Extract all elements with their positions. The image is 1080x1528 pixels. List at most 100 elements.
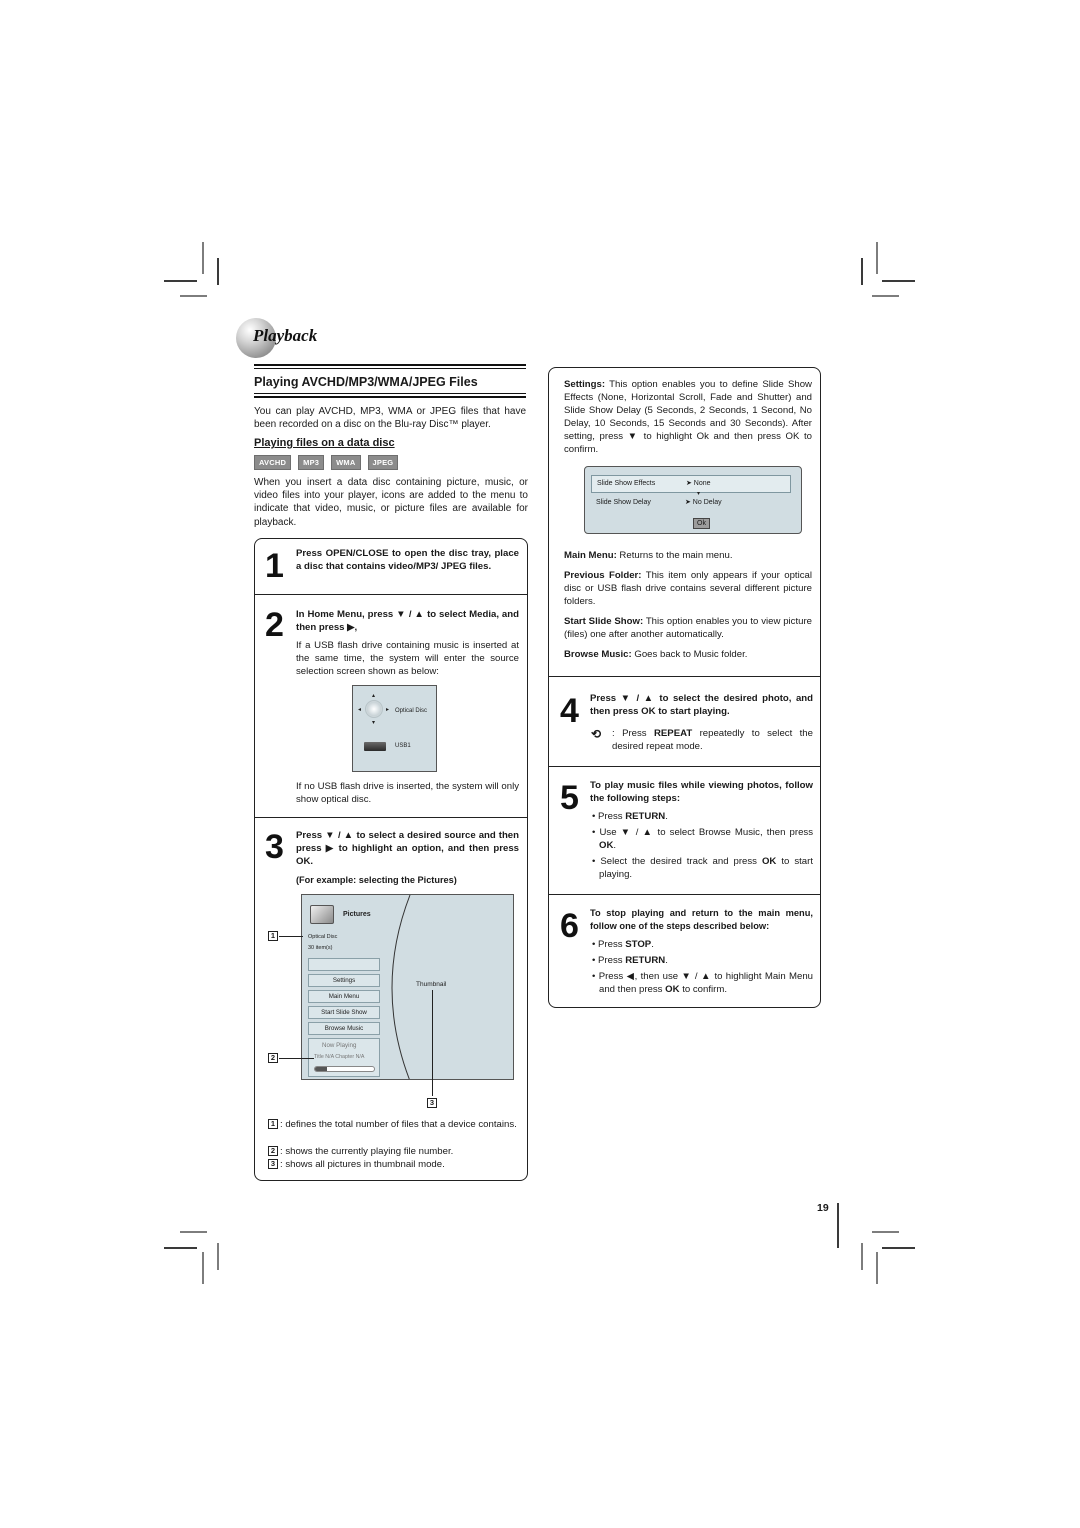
repeat-pre: Press bbox=[622, 728, 654, 739]
nav-arrow-down-icon: ▾ bbox=[372, 720, 376, 726]
menu-settings-button[interactable]: Settings bbox=[308, 974, 380, 987]
step-body: If a USB flash drive containing music is… bbox=[296, 640, 519, 677]
callout-1: 1 bbox=[268, 931, 278, 941]
crop-mark bbox=[217, 258, 219, 285]
setting-row-effects[interactable]: Slide Show Effects ➤ None bbox=[591, 475, 791, 493]
step-example: (For example: selecting the Pictures) bbox=[296, 875, 457, 885]
bullet-text: to confirm. bbox=[679, 984, 727, 995]
divider bbox=[549, 766, 820, 767]
browse-music-paragraph: Browse Music: Goes back to Music folder. bbox=[564, 648, 812, 661]
colon: : bbox=[612, 728, 623, 739]
usb-drive-icon bbox=[364, 742, 386, 751]
bullet-key: OK bbox=[599, 840, 614, 851]
bullet-key: STOP bbox=[625, 939, 652, 950]
start-slide-show-label: Start Slide Show: bbox=[564, 616, 644, 627]
step-note: If no USB flash drive is inserted, the s… bbox=[296, 781, 519, 805]
pictures-screen: Pictures Optical Disc 30 item(s) Setting… bbox=[301, 894, 514, 1080]
bullet-text: Press bbox=[598, 811, 626, 822]
legend-item: 3: shows all pictures in thumbnail mode. bbox=[268, 1158, 520, 1171]
item-count: 30 item(s) bbox=[308, 945, 333, 951]
badge-wma: WMA bbox=[331, 455, 361, 470]
step-instruction: In Home Menu, press ▼ / ▲ to select Medi… bbox=[296, 609, 519, 633]
section-heading: Playing AVCHD/MP3/WMA/JPEG Files bbox=[254, 364, 526, 398]
bullet-key: OK bbox=[761, 856, 777, 867]
step-number: 4 bbox=[560, 692, 579, 730]
callout-line bbox=[279, 1058, 314, 1059]
step-instruction: Press OPEN/CLOSE to open the disc tray, … bbox=[296, 548, 519, 572]
start-slide-show-paragraph: Start Slide Show: This option enables yo… bbox=[564, 615, 812, 641]
page-number-rule bbox=[837, 1203, 839, 1248]
nav-arrow-up-icon: ▴ bbox=[372, 693, 376, 699]
section-title: Playing AVCHD/MP3/WMA/JPEG Files bbox=[254, 375, 478, 389]
intro-paragraph: You can play AVCHD, MP3, WMA or JPEG fil… bbox=[254, 406, 526, 431]
crop-mark bbox=[861, 1243, 863, 1270]
slide-show-settings-screen: Slide Show Effects ➤ None ▾ Slide Show D… bbox=[584, 466, 802, 534]
callout-1: 1 bbox=[268, 1119, 278, 1130]
menu-browse-music-button[interactable]: Browse Music bbox=[308, 1022, 380, 1035]
subheading: Playing files on a data disc bbox=[254, 437, 395, 449]
crop-mark bbox=[861, 258, 863, 285]
now-playing-info: Title N/A Chapter N/A bbox=[314, 1054, 365, 1060]
format-badges: AVCHD MP3 WMA JPEG bbox=[254, 455, 399, 470]
crop-mark bbox=[882, 1247, 915, 1249]
divider bbox=[255, 817, 527, 818]
crop-mark bbox=[164, 280, 197, 282]
legend-text: : defines the total number of files that… bbox=[280, 1119, 517, 1130]
settings-text: This option enables you to define Slide … bbox=[564, 379, 812, 455]
menu-blank-slot bbox=[308, 958, 380, 971]
repeat-note: : Press REPEAT repeatedly to select the … bbox=[612, 727, 813, 753]
crop-mark bbox=[202, 1252, 204, 1284]
crop-mark bbox=[876, 1252, 878, 1284]
menu-start-slide-show-button[interactable]: Start Slide Show bbox=[308, 1006, 380, 1019]
now-playing-label: Now Playing bbox=[322, 1042, 357, 1049]
bullet-item: • Press RETURN. bbox=[592, 955, 668, 966]
bullet-key: RETURN bbox=[625, 811, 666, 822]
divider bbox=[549, 894, 820, 895]
setting-row-delay[interactable]: Slide Show Delay ➤ No Delay bbox=[591, 495, 791, 513]
crop-mark bbox=[882, 280, 915, 282]
device-name: Optical Disc bbox=[308, 934, 338, 940]
thumbnail-label: Thumbnail bbox=[416, 981, 447, 988]
bullet-key: RETURN bbox=[625, 955, 666, 966]
bullet-text: . bbox=[651, 939, 654, 950]
repeat-key: REPEAT bbox=[653, 728, 693, 739]
description-paragraph: When you insert a data disc containing p… bbox=[254, 477, 528, 528]
crop-mark bbox=[180, 295, 207, 297]
repeat-icon: ⟲ bbox=[591, 727, 602, 741]
setting-label: Slide Show Delay bbox=[596, 499, 651, 506]
previous-folder-paragraph: Previous Folder: This item only appears … bbox=[564, 569, 812, 608]
menu-main-menu-button[interactable]: Main Menu bbox=[308, 990, 380, 1003]
pictures-title: Pictures bbox=[343, 911, 371, 918]
source-item-optical-disc[interactable]: Optical Disc bbox=[395, 708, 427, 714]
crop-mark bbox=[217, 1243, 219, 1270]
bullet-text: . bbox=[665, 811, 668, 822]
pictures-folder-icon bbox=[310, 905, 334, 924]
source-item-usb1[interactable]: USB1 bbox=[395, 743, 411, 749]
crop-mark bbox=[872, 295, 899, 297]
chapter-header: Playback bbox=[236, 318, 536, 358]
playback-progress-fill bbox=[315, 1067, 327, 1071]
bullet-item: • Press ◀, then use ▼ / ▲ to highlight M… bbox=[592, 971, 813, 995]
crop-mark bbox=[872, 1231, 899, 1233]
divider bbox=[549, 676, 820, 677]
settings-paragraph: Settings: This option enables you to def… bbox=[564, 378, 812, 456]
callout-2: 2 bbox=[268, 1053, 278, 1063]
ok-button[interactable]: Ok bbox=[693, 518, 710, 529]
browse-music-text: Goes back to Music folder. bbox=[631, 649, 748, 660]
nav-arrow-left-icon: ◂ bbox=[358, 707, 362, 713]
setting-value: ➤ No Delay bbox=[685, 499, 722, 506]
bullet-text: Use ▼ / ▲ to select Browse Music, then p… bbox=[599, 827, 814, 838]
previous-folder-label: Previous Folder: bbox=[564, 570, 642, 581]
setting-label: Slide Show Effects bbox=[597, 480, 656, 487]
bullet-text: Select the desired track and press bbox=[600, 856, 762, 867]
main-menu-label: Main Menu: bbox=[564, 550, 617, 561]
bullet-item: • Press STOP. bbox=[592, 939, 654, 950]
crop-mark bbox=[876, 242, 878, 274]
source-selection-screen: ▴ ▾ ◂ ▸ Optical Disc USB1 bbox=[352, 685, 437, 772]
step-instruction: To play music files while viewing photos… bbox=[590, 780, 813, 804]
browse-music-label: Browse Music: bbox=[564, 649, 632, 660]
nav-arrow-right-icon: ▸ bbox=[386, 707, 390, 713]
chapter-title: Playback bbox=[253, 326, 318, 345]
step-number: 1 bbox=[265, 547, 284, 585]
crop-mark bbox=[180, 1231, 207, 1233]
